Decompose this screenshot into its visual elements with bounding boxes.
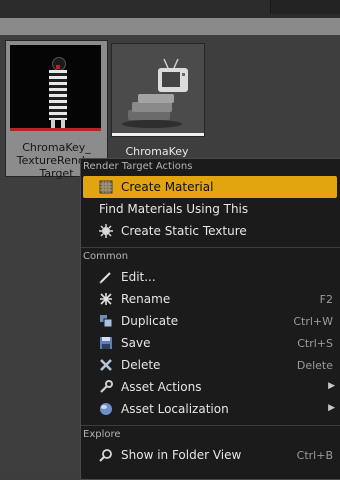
render-target-thumbnail	[10, 45, 101, 131]
menu-item-label: Edit...	[121, 270, 156, 284]
menu-item-find-materials[interactable]: Find Materials Using This	[83, 198, 337, 220]
globe-icon	[100, 403, 112, 415]
menu-separator	[81, 247, 340, 248]
menu-item-edit[interactable]: Edit...	[83, 266, 337, 288]
save-icon	[100, 337, 112, 349]
asset-tile-material[interactable]	[111, 43, 205, 137]
menu-item-label: Create Material	[121, 180, 214, 194]
menu-item-label: Asset Localization	[121, 402, 229, 416]
asset-type-color-bar	[10, 128, 101, 131]
shortcut-label: Ctrl+W	[293, 315, 333, 328]
menu-item-show-in-folder[interactable]: Show in Folder View Ctrl+B	[83, 444, 337, 466]
menu-item-create-static-texture[interactable]: Create Static Texture	[83, 220, 337, 242]
shortcut-label: F2	[319, 293, 333, 306]
menu-item-label: Show in Folder View	[121, 448, 242, 462]
section-header-common: Common	[83, 251, 129, 262]
menu-item-create-material[interactable]: Create Material	[83, 176, 337, 198]
search-icon	[99, 449, 112, 462]
menu-item-label: Find Materials Using This	[99, 202, 249, 216]
menu-item-asset-actions[interactable]: Asset Actions ▶	[83, 376, 337, 398]
asset-name-line: ChromaKey_	[22, 141, 91, 154]
shortcut-label: Ctrl+B	[296, 449, 333, 462]
menu-item-duplicate[interactable]: Duplicate Ctrl+W	[83, 310, 337, 332]
asset-name: ChromaKey	[125, 145, 189, 158]
context-menu: Render Target Actions Create Material Fi…	[80, 158, 340, 480]
section-header-explore: Explore	[83, 429, 121, 440]
submenu-arrow-icon: ▶	[328, 381, 335, 391]
path-bar	[0, 18, 340, 35]
delete-icon	[100, 359, 112, 371]
asset-type-color-bar	[112, 133, 204, 136]
tab-strip[interactable]	[270, 0, 340, 14]
menu-item-delete[interactable]: Delete Delete	[83, 354, 337, 376]
figure-body	[49, 70, 67, 120]
menu-separator	[81, 425, 340, 426]
menu-item-label: Save	[121, 336, 151, 350]
menu-item-label: Asset Actions	[121, 380, 202, 394]
menu-item-label: Delete	[121, 358, 161, 372]
material-icon	[99, 180, 113, 194]
wrench-icon	[100, 380, 113, 393]
rename-icon	[100, 293, 112, 305]
duplicate-icon	[100, 315, 113, 328]
top-toolbar	[0, 0, 340, 18]
menu-item-label: Create Static Texture	[121, 224, 247, 238]
asset-tile-render-target[interactable]: ChromaKey_ TextureRender Target	[5, 40, 108, 180]
texture-icon	[99, 224, 113, 238]
figure-accent	[56, 65, 60, 69]
edit-icon	[99, 272, 111, 284]
submenu-arrow-icon: ▶	[328, 403, 335, 413]
shortcut-label: Delete	[296, 359, 333, 372]
tv-stack-icon	[122, 58, 188, 128]
section-header-render-target: Render Target Actions	[83, 161, 193, 172]
shortcut-label: Ctrl+S	[297, 337, 333, 350]
menu-item-label: Duplicate	[121, 314, 179, 328]
menu-item-save[interactable]: Save Ctrl+S	[83, 332, 337, 354]
menu-item-asset-localization[interactable]: Asset Localization ▶	[83, 398, 337, 420]
menu-item-label: Rename	[121, 292, 171, 306]
menu-item-rename[interactable]: Rename F2	[83, 288, 337, 310]
